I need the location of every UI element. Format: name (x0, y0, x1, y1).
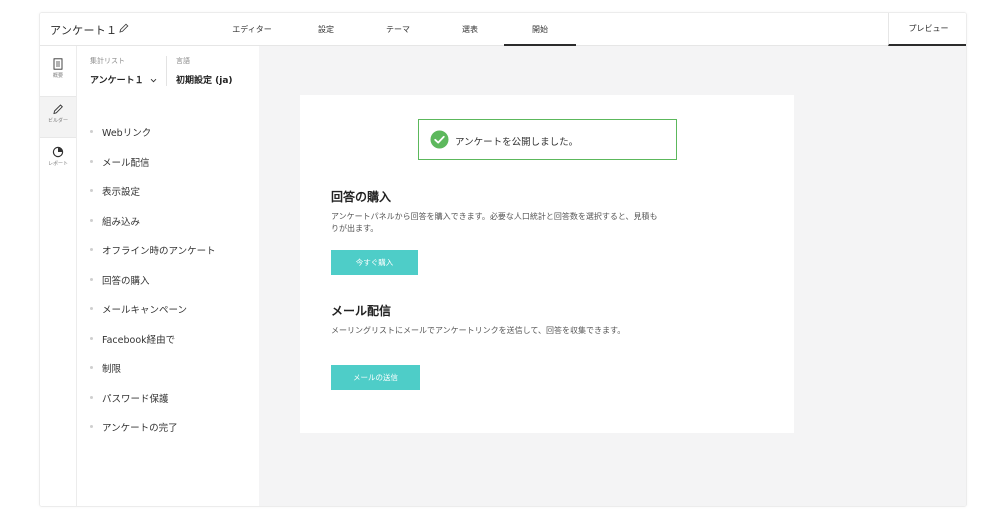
tab-theme[interactable]: テーマ (362, 24, 434, 35)
menu-label: パスワード保護 (102, 394, 169, 405)
menu-label: メール配信 (102, 158, 150, 169)
menu-label: メールキャンペーン (102, 305, 188, 316)
rail-item-summary[interactable]: 概要 (40, 52, 76, 94)
main-content: アンケートを公開しました。 回答の購入 アンケートパネルから回答を購入できます。… (259, 46, 966, 506)
menu-item-offline[interactable]: オフライン時のアンケート (90, 243, 216, 257)
rail-item-report[interactable]: レポート (40, 140, 76, 182)
tab-start[interactable]: 開始 (504, 24, 576, 46)
list-label: 集計リスト (90, 57, 125, 65)
menu-item-display[interactable]: 表示設定 (90, 184, 140, 198)
bullet (90, 337, 93, 340)
menu-item-complete[interactable]: アンケートの完了 (90, 420, 178, 434)
tab-settings[interactable]: 設定 (290, 24, 362, 35)
pencil-icon (53, 104, 63, 115)
success-message: アンケートを公開しました。 (455, 137, 579, 148)
tab-editor[interactable]: エディター (216, 24, 288, 35)
purchase-title: 回答の購入 (331, 190, 392, 204)
bullet (90, 396, 93, 399)
email-description: メーリングリストにメールでアンケートリンクを送信して、回答を収集できます。 (331, 326, 626, 335)
menu-label: Webリンク (102, 128, 152, 139)
menu-item-facebook[interactable]: Facebook経由で (90, 332, 175, 346)
document-icon (53, 58, 63, 70)
menu-label: 表示設定 (102, 187, 141, 198)
menu-item-purchase[interactable]: 回答の購入 (90, 273, 150, 287)
language-label: 言語 (176, 57, 190, 65)
app-window: アンケート１ エディター 設定 テーマ 選表 開始 プレビュー 概要 ビルダー (39, 12, 967, 507)
preview-button[interactable]: プレビュー (888, 13, 966, 46)
list-value: アンケート１ (90, 76, 144, 86)
bullet (90, 278, 93, 281)
rail-label-report: レポート (47, 161, 68, 167)
bullet (90, 130, 93, 133)
menu-item-limits[interactable]: 制限 (90, 361, 121, 375)
start-card: アンケートを公開しました。 回答の購入 アンケートパネルから回答を購入できます。… (300, 95, 794, 433)
bullet (90, 366, 93, 369)
menu-item-web-link[interactable]: Webリンク (90, 125, 151, 139)
menu-item-email-campaign[interactable]: メールキャンペーン (90, 302, 187, 316)
menu-item-password[interactable]: パスワード保護 (90, 391, 169, 405)
menu-label: 制限 (102, 364, 122, 375)
edit-title-icon[interactable] (118, 22, 130, 34)
tab-selection[interactable]: 選表 (434, 24, 506, 35)
bullet (90, 160, 93, 163)
menu-label: Facebook経由で (102, 335, 176, 346)
distribution-panel: 集計リスト アンケート１ 言語 初期設定 (ja) Webリンク メール配信 表… (77, 46, 259, 506)
email-title: メール配信 (331, 304, 392, 318)
bullet (90, 189, 93, 192)
rail-label-builder: ビルダー (47, 118, 68, 124)
menu-item-email[interactable]: メール配信 (90, 155, 150, 169)
menu-label: アンケートの完了 (102, 423, 178, 434)
check-circle-icon (430, 130, 449, 149)
meta-divider (166, 56, 167, 86)
survey-title[interactable]: アンケート１ (50, 22, 117, 38)
chevron-down-icon (150, 78, 157, 83)
list-selector[interactable]: アンケート１ (90, 73, 157, 86)
pie-chart-icon (52, 146, 64, 158)
menu-label: 組み込み (102, 217, 141, 228)
bullet (90, 219, 93, 222)
rail-label-summary: 概要 (52, 73, 63, 79)
bullet (90, 307, 93, 310)
bullet (90, 248, 93, 251)
rail-item-builder[interactable]: ビルダー (40, 96, 76, 138)
left-rail: 概要 ビルダー レポート (40, 46, 77, 506)
purchase-description: アンケートパネルから回答を購入できます。必要な人口統計と回答数を選択すると、見積… (331, 212, 658, 233)
menu-label: 回答の購入 (102, 276, 150, 287)
menu-label: オフライン時のアンケート (102, 246, 216, 257)
success-banner: アンケートを公開しました。 (418, 119, 677, 160)
top-bar: アンケート１ エディター 設定 テーマ 選表 開始 プレビュー (40, 13, 966, 46)
buy-now-button[interactable]: 今すぐ購入 (331, 250, 418, 275)
language-value[interactable]: 初期設定 (ja) (176, 73, 233, 86)
menu-item-embed[interactable]: 組み込み (90, 214, 140, 228)
bullet (90, 425, 93, 428)
send-email-button[interactable]: メールの送信 (331, 365, 420, 390)
